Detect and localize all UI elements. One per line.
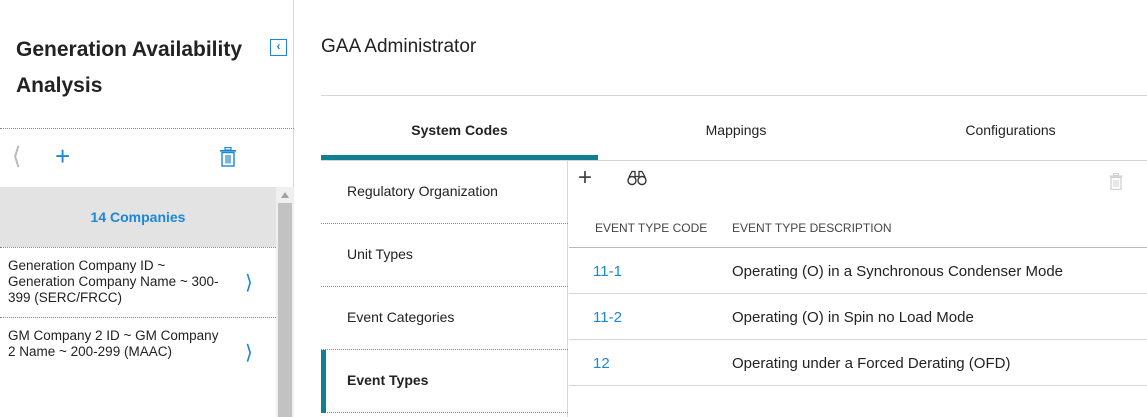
list-item-label: Generation Company ID ~ Generation Compa… [8,258,219,305]
scroll-up-arrow-icon[interactable] [281,192,289,198]
panel-title: Generation Availability Analysis [16,38,243,97]
tab-bar: System Codes Mappings Configurations [321,104,1147,161]
subnav-item-regulatory-organization[interactable]: Regulatory Organization [321,161,568,224]
event-type-code-link[interactable]: 12 [593,355,610,372]
chevron-left-icon: ‹ [276,39,281,53]
subnav-item-event-categories[interactable]: Event Categories [321,287,568,350]
chevron-right-icon: ⟩ [245,342,253,364]
divider [0,128,294,129]
subnav: Regulatory Organization Unit Types Event… [321,161,568,417]
list-item[interactable]: Generation Company ID ~ Generation Compa… [0,247,276,317]
companies-header[interactable]: 14 Companies [0,187,276,247]
subnav-item-event-types[interactable]: Event Types [321,350,568,413]
tab-configurations[interactable]: Configurations [874,104,1147,160]
subnav-item-label: Unit Types [347,246,413,262]
table-row[interactable]: 11-1 Operating (O) in a Synchronous Cond… [569,249,1147,294]
company-list: 14 Companies Generation Company ID ~ Gen… [0,187,276,417]
subnav-item-label: Event Categories [347,309,455,325]
list-item-label: GM Company 2 ID ~ GM Company 2 Name ~ 20… [8,328,219,359]
table-header: EVENT TYPE CODE EVENT TYPE DESCRIPTION [569,213,1147,248]
table-row[interactable]: 11-2 Operating (O) in Spin no Load Mode [569,295,1147,340]
subnav-item-unit-types[interactable]: Unit Types [321,224,568,287]
tab-system-codes[interactable]: System Codes [321,104,598,160]
tab-mappings[interactable]: Mappings [598,104,874,160]
subnav-item-label: Regulatory Organization [347,183,498,199]
collapse-panel-button[interactable]: ‹ [270,39,287,56]
event-type-code-link[interactable]: 11-1 [593,263,622,280]
divider [321,95,1147,96]
event-type-description: Operating (O) in Spin no Load Mode [732,309,974,326]
active-tab-indicator [321,155,598,160]
column-header-event-type-code[interactable]: EVENT TYPE CODE [595,221,707,235]
subnav-item-label: Event Types [347,372,429,388]
event-type-code-link[interactable]: 11-2 [593,309,622,326]
add-plus-icon[interactable]: + [578,164,592,192]
trash-icon[interactable] [219,147,237,167]
add-plus-icon[interactable]: + [55,141,70,172]
column-header-event-type-description[interactable]: EVENT TYPE DESCRIPTION [732,221,892,235]
back-chevron-icon[interactable]: ⟨ [12,142,21,171]
table-row[interactable]: 12 Operating under a Forced Derating (OF… [569,341,1147,386]
left-toolbar: ⟨ + [0,140,294,176]
content-pane: + EVENT TYPE CODE EVENT TYPE DESCRIPTION… [569,161,1147,417]
event-type-description: Operating (O) in a Synchronous Condenser… [732,263,1064,280]
list-scrollbar[interactable] [276,187,294,417]
page-title: GAA Administrator [321,36,477,57]
event-type-description: Operating under a Forced Derating (OFD) [732,355,1011,372]
binoculars-icon[interactable] [626,170,648,186]
active-item-indicator [321,350,326,413]
trash-icon[interactable] [1109,173,1123,190]
left-panel: Generation Availability Analysis ‹ ⟨ + 1… [0,0,294,417]
scroll-thumb[interactable] [278,203,292,417]
list-item[interactable]: GM Company 2 ID ~ GM Company 2 Name ~ 20… [0,317,276,387]
chevron-right-icon: ⟩ [245,272,253,294]
